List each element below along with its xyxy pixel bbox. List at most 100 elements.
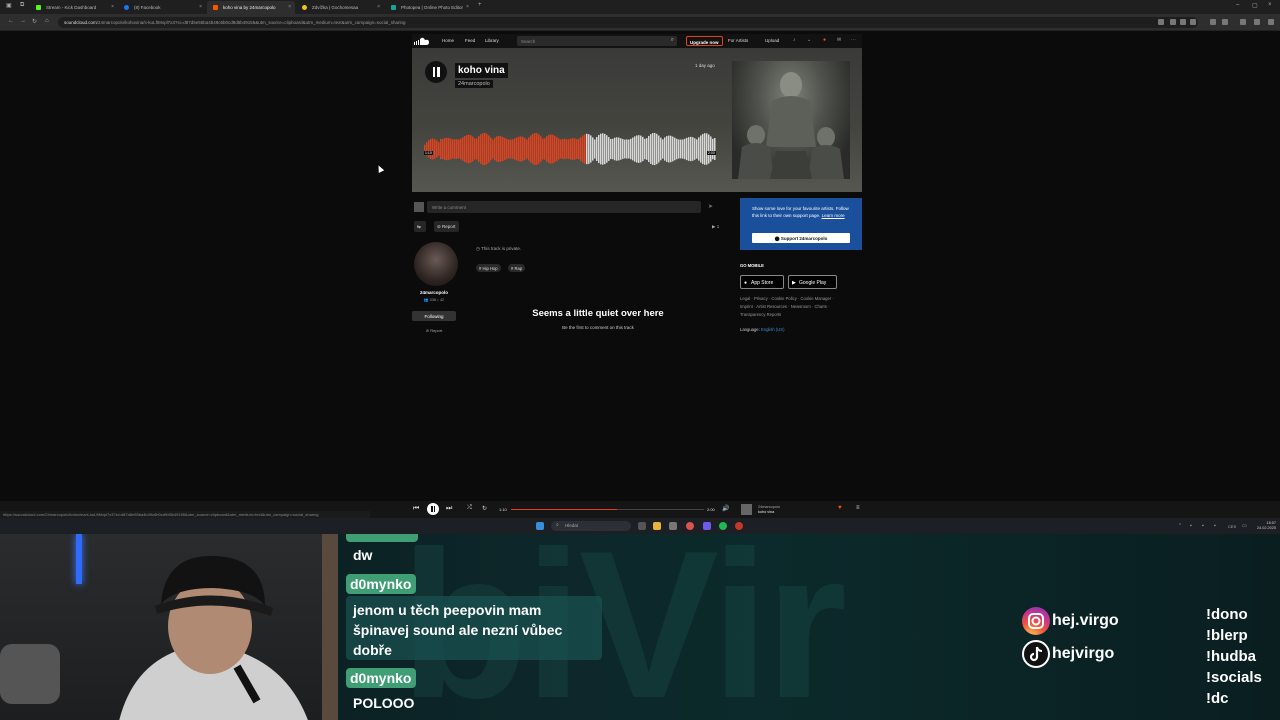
close-tab-icon[interactable]: × [288, 4, 291, 10]
browser-menu-icon[interactable]: ▣ [6, 2, 12, 9]
track-artwork[interactable] [732, 61, 850, 179]
profile-icon[interactable] [1222, 19, 1228, 25]
like-heart-icon[interactable]: ♥ [838, 505, 842, 511]
bookmark-star-icon[interactable] [1190, 19, 1196, 25]
player-title[interactable]: koho vina [758, 510, 774, 514]
footer-links-2[interactable]: Imprint · Artist Resources · Newsroom · … [740, 303, 862, 311]
artist-name[interactable]: 24marcopolo [412, 290, 456, 295]
queue-icon[interactable]: ≡ [856, 505, 860, 511]
browser-settings-icon[interactable] [1268, 19, 1274, 25]
instagram-icon [1022, 607, 1050, 635]
search-input[interactable]: Search ⌕ [517, 36, 677, 46]
share-settings-icon[interactable]: ⇆ [414, 221, 426, 232]
repeat-icon[interactable]: ↻ [482, 505, 487, 512]
file-explorer-icon[interactable] [653, 522, 661, 530]
close-window-icon[interactable]: × [1268, 2, 1272, 8]
home-icon[interactable]: ⌂ [45, 18, 49, 24]
reload-icon[interactable]: ↻ [32, 18, 37, 25]
input-language[interactable]: CES [1228, 524, 1236, 529]
tab-photopea[interactable]: Photopea | Online Photo Editor × [385, 1, 473, 14]
waveform-bar [566, 139, 568, 159]
tag-rap[interactable]: # Rap [508, 264, 526, 272]
tab-facebook[interactable]: (8) Facebook × [118, 1, 206, 14]
waveform-bar [692, 137, 694, 161]
artist-avatar[interactable] [414, 242, 458, 286]
shuffle-icon[interactable]: ⤮ [467, 505, 472, 512]
messages-icon[interactable]: ✉ [837, 37, 841, 43]
tray-app-icon[interactable]: ▪ [1190, 523, 1192, 529]
search-icon[interactable]: ⌕ [671, 37, 674, 44]
footer-links-1[interactable]: Legal · Privacy · Cookie Policy · Cookie… [740, 295, 862, 303]
waveform-bar [666, 136, 668, 162]
waveform-seekbar[interactable] [424, 130, 716, 168]
close-tab-icon[interactable]: × [466, 4, 469, 10]
player-track-thumbnail[interactable] [741, 504, 752, 515]
sidebar-icon[interactable] [1210, 19, 1216, 25]
minimize-icon[interactable]: – [1236, 2, 1239, 8]
tag-hip-hop[interactable]: # Hip Hop [476, 264, 501, 272]
following-button[interactable]: Following [412, 311, 456, 321]
previous-track-icon[interactable]: ⏮ [413, 505, 419, 513]
close-tab-icon[interactable]: × [199, 4, 202, 10]
next-track-icon[interactable]: ⏭ [446, 505, 452, 513]
chevron-down-icon[interactable]: ⌄ [807, 37, 811, 43]
upload-link[interactable]: Upload [765, 38, 779, 43]
spotify-icon[interactable] [719, 522, 727, 530]
close-tab-icon[interactable]: × [377, 4, 380, 10]
nav-feed[interactable]: Feed [465, 38, 475, 43]
tray-app-icon[interactable]: ▪ [1214, 523, 1216, 529]
support-artist-button[interactable]: ⬤ Support 24marcopolo [752, 233, 850, 243]
new-tab-icon[interactable]: + [478, 2, 482, 8]
maximize-icon[interactable]: ▢ [1252, 2, 1258, 9]
chrome-icon[interactable] [686, 522, 694, 530]
extension-icon[interactable] [1170, 19, 1176, 25]
downloads-icon[interactable] [1254, 19, 1260, 25]
app-icon[interactable] [669, 522, 677, 530]
tab-kick-dashboard[interactable]: Stream - Kick Dashboard × [30, 1, 118, 14]
upgrade-button[interactable]: Upgrade now [686, 36, 723, 46]
language-selector[interactable]: Language: English (US) [740, 327, 784, 332]
for-artists-link[interactable]: For Artists [728, 38, 748, 43]
taskbar-clock[interactable]: 18:57 24.02.2025 [1250, 521, 1276, 531]
nav-home[interactable]: Home [442, 38, 454, 43]
google-play-badge[interactable]: ▶ Google Play [788, 275, 837, 289]
taskbar-search[interactable]: ⌕ Hledat [551, 521, 631, 531]
task-view-icon[interactable] [638, 522, 646, 530]
soundcloud-logo-icon[interactable] [414, 37, 430, 45]
tray-app-icon[interactable]: ▪ [1202, 523, 1204, 529]
pause-button[interactable] [425, 61, 447, 83]
language-value[interactable]: English (US) [761, 327, 785, 332]
tray-chevron-icon[interactable]: ⌃ [1178, 523, 1182, 529]
player-pause-button[interactable] [427, 503, 439, 515]
more-options-icon[interactable]: ⋯ [851, 37, 856, 43]
player-artist[interactable]: 24marcopolo [758, 505, 780, 509]
report-button[interactable]: ⊘ Report [434, 221, 459, 232]
url-field[interactable]: soundcloud.com/24marcopolo/kohovina/s-ku… [58, 17, 1198, 28]
app-store-badge[interactable]: ● App Store [740, 275, 784, 289]
extension-icon[interactable] [1158, 19, 1164, 25]
player-progress-bar[interactable] [511, 509, 704, 510]
share-icon[interactable] [1180, 19, 1186, 25]
obs-icon[interactable] [735, 522, 743, 530]
back-icon[interactable]: ← [8, 18, 14, 24]
track-artist-link[interactable]: 24marcopolo [455, 80, 493, 88]
network-icon[interactable]: ▭ [1242, 523, 1247, 529]
notifications-bell-icon[interactable]: ● [823, 37, 826, 43]
start-windows-icon[interactable] [536, 522, 544, 530]
tab-zdvizka[interactable]: Zdvížka | Gochomesaa × [296, 1, 384, 14]
learn-more-link[interactable]: Learn more [822, 213, 845, 218]
forward-icon[interactable]: → [20, 18, 26, 24]
close-tab-icon[interactable]: × [111, 4, 114, 10]
send-comment-icon[interactable]: ➤ [708, 203, 713, 210]
artist-report-link[interactable]: ⊘ Report [412, 328, 456, 333]
mic-icon[interactable]: ♪ [793, 37, 796, 43]
extensions-puzzle-icon[interactable] [1240, 19, 1246, 25]
footer-links-3[interactable]: Transparency Reports [740, 311, 862, 319]
volume-icon[interactable]: 🔊 [722, 505, 729, 512]
tab-soundcloud[interactable]: koho vina by 24marcopolo × [207, 1, 295, 14]
tab-actions-icon[interactable]: ⧉ [20, 2, 24, 9]
google-play-label: Google Play [799, 280, 827, 286]
nav-library[interactable]: Library [485, 38, 499, 43]
discord-icon[interactable] [703, 522, 711, 530]
comment-input[interactable]: Write a comment [427, 201, 701, 213]
